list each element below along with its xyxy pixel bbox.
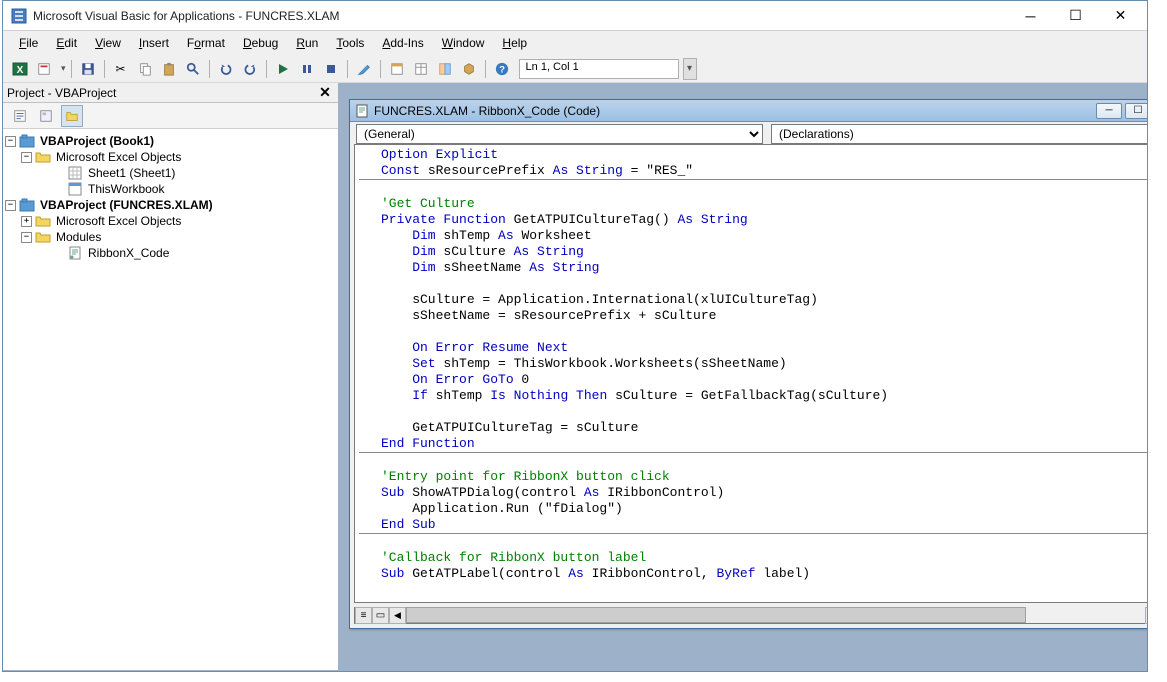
- module-icon: [67, 246, 83, 260]
- codewin-maximize-button[interactable]: ☐: [1125, 103, 1147, 119]
- code-window: FUNCRES.XLAM - RibbonX_Code (Code) ─ ☐ ✕…: [349, 99, 1147, 629]
- menu-help[interactable]: Help: [494, 34, 535, 52]
- cut-icon[interactable]: ✂: [110, 58, 132, 80]
- project-explorer-title[interactable]: Project - VBAProject ✕: [3, 83, 338, 103]
- project-tree[interactable]: −VBAProject (Book1) −Microsoft Excel Obj…: [3, 129, 338, 265]
- titlebar[interactable]: Microsoft Visual Basic for Applications …: [3, 1, 1147, 31]
- project-explorer-icon[interactable]: [386, 58, 408, 80]
- project-icon: [19, 198, 35, 212]
- vba-ide-window: Microsoft Visual Basic for Applications …: [2, 0, 1148, 672]
- undo-icon[interactable]: [215, 58, 237, 80]
- body-area: Project - VBAProject ✕ −VBAProject (Book…: [3, 83, 1147, 671]
- copy-icon[interactable]: [134, 58, 156, 80]
- view-excel-icon[interactable]: X: [9, 58, 31, 80]
- expand-icon[interactable]: +: [21, 216, 32, 227]
- scroll-right-icon[interactable]: ▶: [1145, 607, 1147, 624]
- maximize-button[interactable]: ☐: [1053, 2, 1098, 30]
- object-browser-icon[interactable]: [434, 58, 456, 80]
- menu-edit[interactable]: Edit: [48, 34, 85, 52]
- cursor-position: Ln 1, Col 1: [519, 59, 679, 79]
- standard-toolbar: X ▾ ✂ ? Ln 1, Col 1 ▾: [3, 55, 1147, 83]
- paste-icon[interactable]: [158, 58, 180, 80]
- project-toolbar: [3, 103, 338, 129]
- menu-addins[interactable]: Add-Ins: [374, 34, 431, 52]
- menu-file[interactable]: File: [11, 34, 46, 52]
- tree-item[interactable]: Sheet1 (Sheet1): [86, 165, 177, 181]
- tree-folder[interactable]: Modules: [54, 229, 103, 245]
- break-icon[interactable]: [296, 58, 318, 80]
- worksheet-icon: [67, 166, 83, 180]
- run-icon[interactable]: [272, 58, 294, 80]
- menu-format[interactable]: Format: [179, 34, 233, 52]
- folder-icon: [35, 150, 51, 164]
- find-icon[interactable]: [182, 58, 204, 80]
- expand-icon[interactable]: −: [5, 136, 16, 147]
- tree-folder[interactable]: Microsoft Excel Objects: [54, 213, 183, 229]
- expand-icon[interactable]: −: [21, 152, 32, 163]
- expand-icon[interactable]: −: [5, 200, 16, 211]
- svg-text:X: X: [17, 65, 24, 76]
- svg-text:?: ?: [499, 64, 505, 75]
- view-object-icon[interactable]: [35, 105, 57, 127]
- full-module-view-icon[interactable]: ▭: [372, 607, 389, 624]
- tree-item[interactable]: ThisWorkbook: [86, 181, 166, 197]
- scroll-left-icon[interactable]: ◀: [389, 607, 406, 624]
- menu-insert[interactable]: Insert: [131, 34, 177, 52]
- mdi-client-area[interactable]: FUNCRES.XLAM - RibbonX_Code (Code) ─ ☐ ✕…: [339, 83, 1147, 671]
- close-button[interactable]: ✕: [1098, 2, 1143, 30]
- minimize-button[interactable]: ─: [1008, 2, 1053, 30]
- help-icon[interactable]: ?: [491, 58, 513, 80]
- properties-icon[interactable]: [410, 58, 432, 80]
- code-dropdown-bar: (General) (Declarations): [350, 122, 1147, 144]
- tree-item[interactable]: RibbonX_Code: [86, 245, 171, 261]
- tree-folder[interactable]: Microsoft Excel Objects: [54, 149, 183, 165]
- menu-tools[interactable]: Tools: [328, 34, 372, 52]
- save-icon[interactable]: [77, 58, 99, 80]
- code-editor-body: Option Explicit Const sResourcePrefix As…: [354, 144, 1147, 603]
- menu-debug[interactable]: Debug: [235, 34, 286, 52]
- procedure-dropdown[interactable]: (Declarations): [771, 124, 1147, 144]
- scroll-thumb[interactable]: [406, 607, 1026, 623]
- redo-icon[interactable]: [239, 58, 261, 80]
- module-icon: [354, 104, 370, 118]
- menubar: File Edit View Insert Format Debug Run T…: [3, 31, 1147, 55]
- window-title: Microsoft Visual Basic for Applications …: [33, 9, 1008, 23]
- codewin-minimize-button[interactable]: ─: [1096, 103, 1122, 119]
- window-controls: ─ ☐ ✕: [1008, 2, 1143, 30]
- menu-run[interactable]: Run: [288, 34, 326, 52]
- app-icon: [11, 8, 27, 24]
- project-explorer: Project - VBAProject ✕ −VBAProject (Book…: [3, 83, 339, 671]
- project-node[interactable]: VBAProject (Book1): [38, 133, 156, 149]
- code-window-titlebar[interactable]: FUNCRES.XLAM - RibbonX_Code (Code) ─ ☐ ✕: [350, 100, 1147, 122]
- toggle-folders-icon[interactable]: [61, 105, 83, 127]
- menu-window[interactable]: Window: [434, 34, 493, 52]
- object-dropdown[interactable]: (General): [356, 124, 763, 144]
- horizontal-scrollbar[interactable]: [406, 607, 1145, 623]
- workbook-icon: [67, 182, 83, 196]
- project-node[interactable]: VBAProject (FUNCRES.XLAM): [38, 197, 215, 213]
- reset-icon[interactable]: [320, 58, 342, 80]
- view-code-icon[interactable]: [9, 105, 31, 127]
- insert-module-icon[interactable]: [33, 58, 55, 80]
- procedure-view-icon[interactable]: ≡: [355, 607, 372, 624]
- menu-view[interactable]: View: [87, 34, 129, 52]
- folder-icon: [35, 230, 51, 244]
- toolbox-icon[interactable]: [458, 58, 480, 80]
- toolbar-overflow[interactable]: ▾: [683, 58, 697, 80]
- code-editor[interactable]: Option Explicit Const sResourcePrefix As…: [355, 145, 1147, 602]
- design-mode-icon[interactable]: [353, 58, 375, 80]
- expand-icon[interactable]: −: [21, 232, 32, 243]
- project-explorer-close[interactable]: ✕: [316, 84, 334, 102]
- project-icon: [19, 134, 35, 148]
- folder-icon: [35, 214, 51, 228]
